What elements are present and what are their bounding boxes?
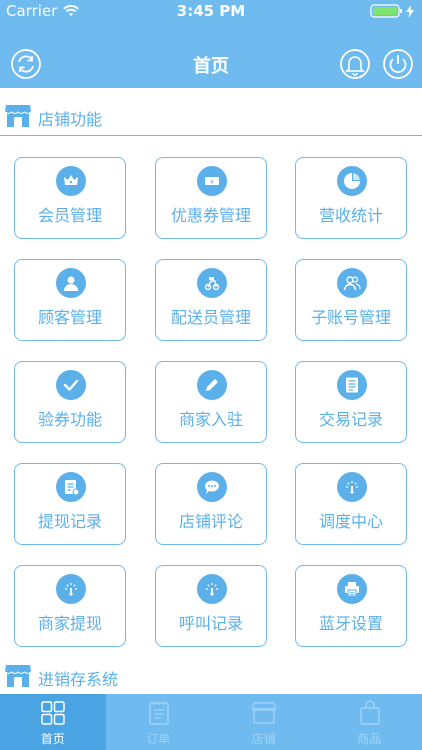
crown-icon <box>56 166 86 196</box>
tile-withdrawal-records[interactable]: 提现记录 <box>14 463 126 545</box>
notepad-icon <box>148 701 169 725</box>
tile-transaction-records[interactable]: 交易记录 <box>295 361 407 443</box>
tile-label: 蓝牙设置 <box>318 614 383 633</box>
tile-merchant-withdrawal[interactable]: 商家提现 <box>14 565 126 647</box>
tile-label: 商家入驻 <box>178 410 243 429</box>
tile-label: 商家提现 <box>37 614 102 633</box>
user-icon <box>56 268 86 298</box>
courier-icon <box>197 268 227 298</box>
tile-customer-management[interactable]: 顾客管理 <box>14 259 126 341</box>
users-icon <box>337 268 367 298</box>
status-bar: Carrier 3:45 PM <box>0 0 422 40</box>
tile-label: 顾客管理 <box>37 308 102 327</box>
list-icon <box>337 370 367 400</box>
svg-text:¥: ¥ <box>210 179 214 186</box>
tab-orders[interactable]: 订单 <box>106 694 212 750</box>
nav-bar: 首页 <box>0 40 422 88</box>
tab-label: 首页 <box>40 732 65 746</box>
section-title: 进销存系统 <box>38 670 119 689</box>
grid-icon <box>41 701 65 725</box>
tile-label: 验券功能 <box>37 410 102 429</box>
tile-label: 优惠券管理 <box>170 206 251 225</box>
tile-label: 营收统计 <box>318 206 383 225</box>
tab-store[interactable]: 店铺 <box>211 694 317 750</box>
tile-label: 会员管理 <box>37 206 102 225</box>
battery-icon <box>370 4 402 18</box>
tile-label: 交易记录 <box>318 410 383 429</box>
section-inventory-system: 进销存系统 <box>0 656 422 696</box>
store-icon <box>4 105 32 127</box>
tab-label: 订单 <box>146 732 171 746</box>
tile-label: 调度中心 <box>318 512 383 531</box>
withdraw-icon <box>56 472 86 502</box>
tile-label: 提现记录 <box>37 512 102 531</box>
gauge-icon <box>337 472 367 502</box>
section-title: 店铺功能 <box>38 110 103 129</box>
tile-label: 店铺评论 <box>178 512 243 531</box>
bell-icon <box>340 49 370 79</box>
tile-store-reviews[interactable]: 店铺评论 <box>155 463 267 545</box>
tile-call-records[interactable]: 呼叫记录 <box>155 565 267 647</box>
logout-button[interactable] <box>382 48 414 80</box>
status-time: 3:45 PM <box>176 2 246 20</box>
store-icon <box>4 665 32 687</box>
coupon-icon: ¥ <box>197 166 227 196</box>
pie-chart-icon <box>337 166 367 196</box>
notifications-button[interactable] <box>339 48 371 80</box>
tile-revenue-stats[interactable]: 营收统计 <box>295 157 407 239</box>
gauge-icon <box>56 574 86 604</box>
tile-label: 配送员管理 <box>170 308 251 327</box>
printer-icon <box>337 574 367 604</box>
charging-icon <box>406 4 414 18</box>
tile-label: 子账号管理 <box>310 308 391 327</box>
tile-courier-management[interactable]: 配送员管理 <box>155 259 267 341</box>
tile-coupon-management[interactable]: ¥ 优惠券管理 <box>155 157 267 239</box>
store-icon <box>251 702 277 724</box>
power-icon <box>383 49 413 79</box>
tile-bluetooth-settings[interactable]: 蓝牙设置 <box>295 565 407 647</box>
tile-member-management[interactable]: 会员管理 <box>14 157 126 239</box>
tab-home[interactable]: 首页 <box>0 694 106 750</box>
bag-icon <box>359 700 380 725</box>
tile-label: 呼叫记录 <box>178 614 243 633</box>
tab-label: 店铺 <box>251 732 276 746</box>
tile-sub-account-management[interactable]: 子账号管理 <box>295 259 407 341</box>
tab-label: 商品 <box>357 732 382 746</box>
battery-indicator <box>370 4 414 18</box>
check-icon <box>56 370 86 400</box>
comment-icon <box>197 472 227 502</box>
tile-merchant-onboarding[interactable]: 商家入驻 <box>155 361 267 443</box>
section-store-functions: 店铺功能 <box>0 96 422 136</box>
pencil-icon <box>197 370 227 400</box>
tile-dispatch-center[interactable]: 调度中心 <box>295 463 407 545</box>
gauge-icon <box>197 574 227 604</box>
tab-products[interactable]: 商品 <box>317 694 422 750</box>
tile-coupon-verification[interactable]: 验券功能 <box>14 361 126 443</box>
tab-bar: 首页 订单 店铺 商品 <box>0 694 422 750</box>
